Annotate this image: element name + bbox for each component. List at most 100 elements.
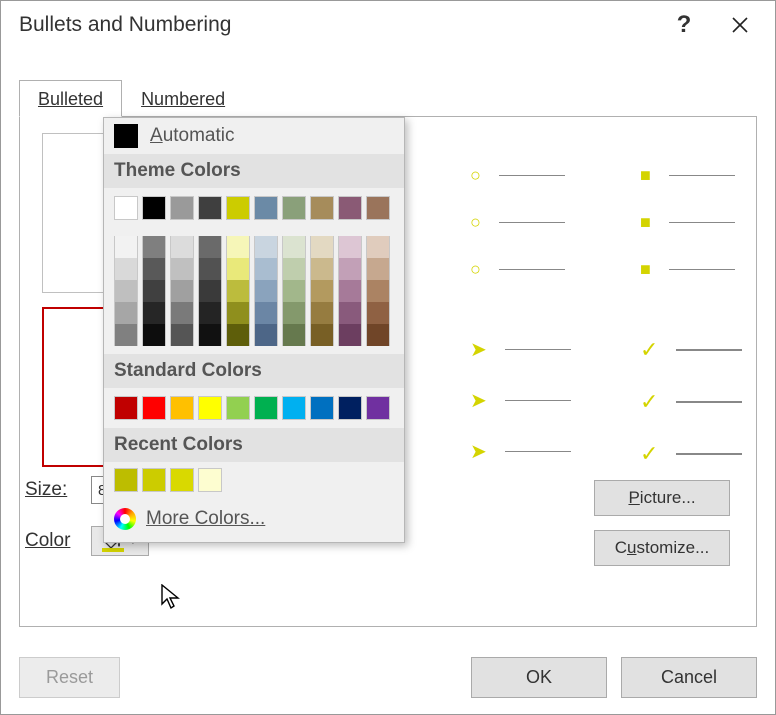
color-swatch[interactable] [310, 236, 334, 258]
color-swatch[interactable] [198, 258, 222, 280]
color-swatch[interactable] [254, 324, 278, 346]
color-swatch[interactable] [198, 196, 222, 220]
color-swatch[interactable] [366, 236, 390, 258]
color-swatch[interactable] [226, 280, 250, 302]
color-swatch[interactable] [366, 280, 390, 302]
color-swatch[interactable] [170, 236, 194, 258]
color-swatch[interactable] [114, 258, 138, 280]
color-swatch[interactable] [142, 324, 166, 346]
size-label: Size: [25, 479, 77, 501]
color-swatch[interactable] [170, 396, 194, 420]
color-swatch[interactable] [310, 258, 334, 280]
color-swatch[interactable] [254, 302, 278, 324]
color-swatch[interactable] [226, 196, 250, 220]
color-swatch[interactable] [170, 302, 194, 324]
bullets-numbering-dialog: Bullets and Numbering ? Bulleted Numbere… [0, 0, 776, 715]
color-swatch[interactable] [114, 468, 138, 492]
gallery-item-square[interactable]: ■ ■ ■ [620, 147, 755, 298]
color-swatch[interactable] [198, 396, 222, 420]
color-swatch[interactable] [282, 258, 306, 280]
color-swatch[interactable] [254, 196, 278, 220]
color-swatch[interactable] [366, 196, 390, 220]
more-colors-row[interactable]: More Colors... [104, 502, 404, 536]
color-swatch[interactable] [142, 468, 166, 492]
color-swatch[interactable] [338, 196, 362, 220]
color-swatch[interactable] [142, 302, 166, 324]
color-swatch[interactable] [142, 258, 166, 280]
color-swatch[interactable] [310, 196, 334, 220]
color-swatch[interactable] [198, 236, 222, 258]
automatic-row[interactable]: Automatic [104, 118, 404, 154]
color-swatch[interactable] [338, 280, 362, 302]
color-swatch[interactable] [198, 302, 222, 324]
color-swatch[interactable] [226, 236, 250, 258]
color-swatch[interactable] [170, 258, 194, 280]
color-swatch[interactable] [142, 196, 166, 220]
color-swatch[interactable] [282, 196, 306, 220]
color-swatch[interactable] [114, 396, 138, 420]
color-swatch[interactable] [338, 236, 362, 258]
gallery-item-hollow-circle[interactable]: ○ ○ ○ [450, 147, 585, 298]
color-swatch[interactable] [254, 258, 278, 280]
color-swatch[interactable] [114, 302, 138, 324]
color-swatch[interactable] [114, 196, 138, 220]
recent-colors-header: Recent Colors [104, 428, 404, 462]
color-swatch[interactable] [338, 258, 362, 280]
color-swatch[interactable] [226, 324, 250, 346]
color-swatch[interactable] [282, 324, 306, 346]
color-swatch[interactable] [198, 324, 222, 346]
color-swatch[interactable] [310, 324, 334, 346]
close-button[interactable] [717, 2, 763, 48]
ok-button[interactable]: OK [471, 657, 607, 698]
color-swatch[interactable] [142, 396, 166, 420]
color-swatch[interactable] [142, 236, 166, 258]
color-swatch[interactable] [198, 280, 222, 302]
color-swatch[interactable] [226, 302, 250, 324]
color-swatch[interactable] [142, 280, 166, 302]
color-swatch[interactable] [282, 236, 306, 258]
right-buttons: Picture... Customize... [594, 480, 730, 566]
color-swatch[interactable] [282, 396, 306, 420]
color-swatch[interactable] [170, 324, 194, 346]
color-swatch[interactable] [114, 236, 138, 258]
color-swatch[interactable] [170, 196, 194, 220]
gallery-item-arrow[interactable]: ➤ ➤ ➤ [450, 319, 591, 482]
arrow-bullet-icon: ➤ [470, 337, 487, 362]
gallery-item-check[interactable]: ✓ ✓ ✓ [620, 319, 762, 485]
picture-button[interactable]: Picture... [594, 480, 730, 516]
check-bullet-icon: ✓ [640, 389, 658, 415]
color-swatch[interactable] [366, 258, 390, 280]
color-swatch[interactable] [114, 280, 138, 302]
customize-button[interactable]: Customize... [594, 530, 730, 566]
color-swatch[interactable] [254, 396, 278, 420]
color-swatch[interactable] [366, 396, 390, 420]
color-swatch[interactable] [366, 324, 390, 346]
color-swatch[interactable] [114, 324, 138, 346]
color-swatch[interactable] [226, 396, 250, 420]
cancel-button[interactable]: Cancel [621, 657, 757, 698]
dialog-title: Bullets and Numbering [19, 13, 661, 37]
color-swatch[interactable] [338, 302, 362, 324]
color-swatch[interactable] [170, 280, 194, 302]
color-swatch[interactable] [254, 280, 278, 302]
reset-button: Reset [19, 657, 120, 698]
color-swatch[interactable] [338, 324, 362, 346]
color-swatch[interactable] [310, 302, 334, 324]
help-button[interactable]: ? [661, 2, 707, 48]
color-swatch[interactable] [282, 280, 306, 302]
color-swatch[interactable] [310, 396, 334, 420]
color-swatch[interactable] [282, 302, 306, 324]
square-bullet-icon: ■ [640, 259, 651, 280]
color-swatch[interactable] [338, 396, 362, 420]
dialog-footer: Reset OK Cancel [19, 657, 757, 698]
color-swatch[interactable] [310, 280, 334, 302]
arrow-bullet-icon: ➤ [470, 439, 487, 464]
tab-bulleted[interactable]: Bulleted [19, 80, 122, 117]
color-swatch[interactable] [170, 468, 194, 492]
tab-numbered[interactable]: Numbered [122, 80, 244, 117]
color-swatch[interactable] [366, 302, 390, 324]
color-swatch[interactable] [254, 236, 278, 258]
square-bullet-icon: ■ [640, 165, 651, 186]
color-swatch[interactable] [226, 258, 250, 280]
color-swatch[interactable] [198, 468, 222, 492]
